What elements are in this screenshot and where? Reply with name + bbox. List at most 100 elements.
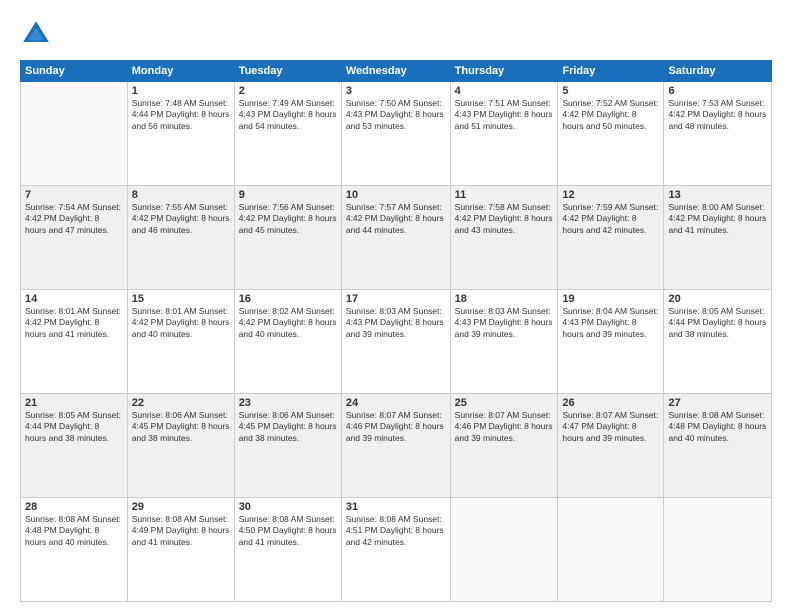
- day-info: Sunrise: 7:49 AM Sunset: 4:43 PM Dayligh…: [239, 98, 337, 132]
- header-friday: Friday: [558, 61, 664, 82]
- day-number: 5: [562, 85, 659, 97]
- day-info: Sunrise: 8:03 AM Sunset: 4:43 PM Dayligh…: [455, 306, 554, 340]
- table-row: 9Sunrise: 7:56 AM Sunset: 4:42 PM Daylig…: [234, 186, 341, 290]
- table-row: 18Sunrise: 8:03 AM Sunset: 4:43 PM Dayli…: [450, 290, 558, 394]
- table-row: 23Sunrise: 8:06 AM Sunset: 4:45 PM Dayli…: [234, 394, 341, 498]
- day-info: Sunrise: 8:05 AM Sunset: 4:44 PM Dayligh…: [668, 306, 767, 340]
- table-row: 26Sunrise: 8:07 AM Sunset: 4:47 PM Dayli…: [558, 394, 664, 498]
- day-info: Sunrise: 8:08 AM Sunset: 4:51 PM Dayligh…: [346, 514, 446, 548]
- table-row: 10Sunrise: 7:57 AM Sunset: 4:42 PM Dayli…: [341, 186, 450, 290]
- day-info: Sunrise: 7:55 AM Sunset: 4:42 PM Dayligh…: [132, 202, 230, 236]
- calendar-header-row: SundayMondayTuesdayWednesdayThursdayFrid…: [21, 61, 772, 82]
- table-row: [21, 82, 128, 186]
- table-row: 11Sunrise: 7:58 AM Sunset: 4:42 PM Dayli…: [450, 186, 558, 290]
- day-number: 27: [668, 397, 767, 409]
- header-thursday: Thursday: [450, 61, 558, 82]
- table-row: 22Sunrise: 8:06 AM Sunset: 4:45 PM Dayli…: [127, 394, 234, 498]
- day-number: 8: [132, 189, 230, 201]
- day-info: Sunrise: 7:57 AM Sunset: 4:42 PM Dayligh…: [346, 202, 446, 236]
- day-info: Sunrise: 8:01 AM Sunset: 4:42 PM Dayligh…: [132, 306, 230, 340]
- week-row-0: 1Sunrise: 7:48 AM Sunset: 4:44 PM Daylig…: [21, 82, 772, 186]
- table-row: 2Sunrise: 7:49 AM Sunset: 4:43 PM Daylig…: [234, 82, 341, 186]
- table-row: 13Sunrise: 8:00 AM Sunset: 4:42 PM Dayli…: [664, 186, 772, 290]
- day-number: 28: [25, 501, 123, 513]
- table-row: [558, 498, 664, 602]
- day-number: 19: [562, 293, 659, 305]
- week-row-2: 14Sunrise: 8:01 AM Sunset: 4:42 PM Dayli…: [21, 290, 772, 394]
- header-sunday: Sunday: [21, 61, 128, 82]
- week-row-3: 21Sunrise: 8:05 AM Sunset: 4:44 PM Dayli…: [21, 394, 772, 498]
- day-number: 6: [668, 85, 767, 97]
- day-number: 18: [455, 293, 554, 305]
- day-info: Sunrise: 7:50 AM Sunset: 4:43 PM Dayligh…: [346, 98, 446, 132]
- day-number: 30: [239, 501, 337, 513]
- day-number: 24: [346, 397, 446, 409]
- day-info: Sunrise: 7:53 AM Sunset: 4:42 PM Dayligh…: [668, 98, 767, 132]
- day-number: 3: [346, 85, 446, 97]
- table-row: 3Sunrise: 7:50 AM Sunset: 4:43 PM Daylig…: [341, 82, 450, 186]
- day-info: Sunrise: 8:06 AM Sunset: 4:45 PM Dayligh…: [239, 410, 337, 444]
- table-row: 29Sunrise: 8:08 AM Sunset: 4:49 PM Dayli…: [127, 498, 234, 602]
- table-row: 31Sunrise: 8:08 AM Sunset: 4:51 PM Dayli…: [341, 498, 450, 602]
- day-info: Sunrise: 7:54 AM Sunset: 4:42 PM Dayligh…: [25, 202, 123, 236]
- header-saturday: Saturday: [664, 61, 772, 82]
- day-info: Sunrise: 8:04 AM Sunset: 4:43 PM Dayligh…: [562, 306, 659, 340]
- calendar-table: SundayMondayTuesdayWednesdayThursdayFrid…: [20, 60, 772, 602]
- table-row: [664, 498, 772, 602]
- day-number: 1: [132, 85, 230, 97]
- table-row: 15Sunrise: 8:01 AM Sunset: 4:42 PM Dayli…: [127, 290, 234, 394]
- table-row: 6Sunrise: 7:53 AM Sunset: 4:42 PM Daylig…: [664, 82, 772, 186]
- logo-icon: [20, 18, 52, 50]
- table-row: 19Sunrise: 8:04 AM Sunset: 4:43 PM Dayli…: [558, 290, 664, 394]
- day-info: Sunrise: 7:51 AM Sunset: 4:43 PM Dayligh…: [455, 98, 554, 132]
- week-row-4: 28Sunrise: 8:08 AM Sunset: 4:48 PM Dayli…: [21, 498, 772, 602]
- day-info: Sunrise: 8:05 AM Sunset: 4:44 PM Dayligh…: [25, 410, 123, 444]
- day-number: 22: [132, 397, 230, 409]
- day-number: 10: [346, 189, 446, 201]
- page-header: [20, 18, 772, 50]
- table-row: 25Sunrise: 8:07 AM Sunset: 4:46 PM Dayli…: [450, 394, 558, 498]
- day-info: Sunrise: 8:02 AM Sunset: 4:42 PM Dayligh…: [239, 306, 337, 340]
- day-number: 16: [239, 293, 337, 305]
- day-info: Sunrise: 7:58 AM Sunset: 4:42 PM Dayligh…: [455, 202, 554, 236]
- table-row: 4Sunrise: 7:51 AM Sunset: 4:43 PM Daylig…: [450, 82, 558, 186]
- header-monday: Monday: [127, 61, 234, 82]
- day-number: 4: [455, 85, 554, 97]
- day-number: 21: [25, 397, 123, 409]
- header-wednesday: Wednesday: [341, 61, 450, 82]
- day-number: 2: [239, 85, 337, 97]
- table-row: 27Sunrise: 8:08 AM Sunset: 4:48 PM Dayli…: [664, 394, 772, 498]
- table-row: 17Sunrise: 8:03 AM Sunset: 4:43 PM Dayli…: [341, 290, 450, 394]
- day-info: Sunrise: 8:08 AM Sunset: 4:49 PM Dayligh…: [132, 514, 230, 548]
- day-info: Sunrise: 8:00 AM Sunset: 4:42 PM Dayligh…: [668, 202, 767, 236]
- table-row: 16Sunrise: 8:02 AM Sunset: 4:42 PM Dayli…: [234, 290, 341, 394]
- day-number: 17: [346, 293, 446, 305]
- day-info: Sunrise: 8:07 AM Sunset: 4:47 PM Dayligh…: [562, 410, 659, 444]
- table-row: 7Sunrise: 7:54 AM Sunset: 4:42 PM Daylig…: [21, 186, 128, 290]
- day-number: 11: [455, 189, 554, 201]
- day-number: 13: [668, 189, 767, 201]
- day-number: 15: [132, 293, 230, 305]
- table-row: [450, 498, 558, 602]
- day-number: 23: [239, 397, 337, 409]
- day-number: 7: [25, 189, 123, 201]
- table-row: 20Sunrise: 8:05 AM Sunset: 4:44 PM Dayli…: [664, 290, 772, 394]
- day-number: 26: [562, 397, 659, 409]
- day-number: 14: [25, 293, 123, 305]
- logo: [20, 18, 58, 50]
- day-info: Sunrise: 8:01 AM Sunset: 4:42 PM Dayligh…: [25, 306, 123, 340]
- day-info: Sunrise: 7:52 AM Sunset: 4:42 PM Dayligh…: [562, 98, 659, 132]
- day-info: Sunrise: 8:03 AM Sunset: 4:43 PM Dayligh…: [346, 306, 446, 340]
- day-number: 20: [668, 293, 767, 305]
- day-number: 29: [132, 501, 230, 513]
- day-info: Sunrise: 7:59 AM Sunset: 4:42 PM Dayligh…: [562, 202, 659, 236]
- table-row: 30Sunrise: 8:08 AM Sunset: 4:50 PM Dayli…: [234, 498, 341, 602]
- day-number: 12: [562, 189, 659, 201]
- day-info: Sunrise: 7:48 AM Sunset: 4:44 PM Dayligh…: [132, 98, 230, 132]
- header-tuesday: Tuesday: [234, 61, 341, 82]
- day-info: Sunrise: 8:08 AM Sunset: 4:48 PM Dayligh…: [668, 410, 767, 444]
- table-row: 14Sunrise: 8:01 AM Sunset: 4:42 PM Dayli…: [21, 290, 128, 394]
- day-info: Sunrise: 8:07 AM Sunset: 4:46 PM Dayligh…: [346, 410, 446, 444]
- day-info: Sunrise: 7:56 AM Sunset: 4:42 PM Dayligh…: [239, 202, 337, 236]
- day-number: 9: [239, 189, 337, 201]
